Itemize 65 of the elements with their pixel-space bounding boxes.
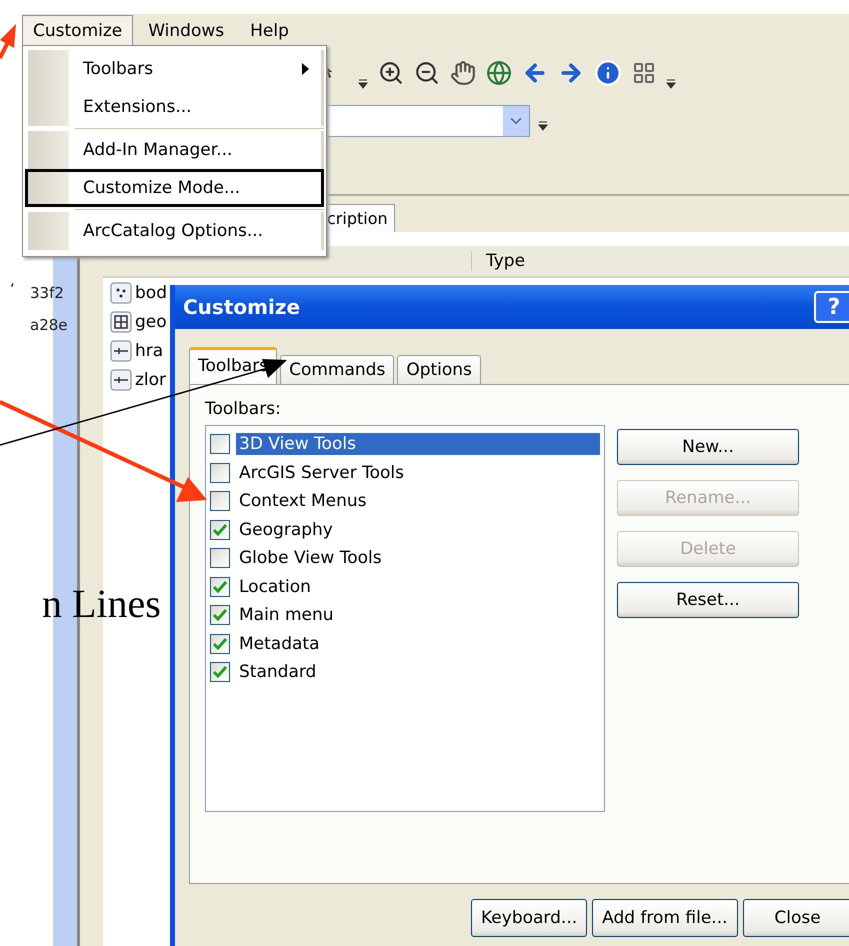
checkbox[interactable]: [210, 662, 230, 682]
menu-item[interactable]: Toolbars: [25, 50, 324, 88]
toolbar-item[interactable]: Context Menus: [236, 490, 370, 512]
checkbox[interactable]: [210, 548, 230, 568]
check-mark-icon: [213, 666, 227, 678]
check-mark-icon: [213, 524, 227, 536]
dialog-tab[interactable]: Options: [397, 355, 481, 384]
dialog-button[interactable]: New...: [617, 429, 799, 465]
checkbox[interactable]: [210, 520, 230, 540]
polygon-layer-icon: [110, 310, 132, 332]
checkbox[interactable]: [210, 576, 230, 597]
dialog-tab[interactable]: Commands: [280, 355, 394, 384]
item-name[interactable]: zlor: [135, 370, 166, 390]
toolbar-item[interactable]: 3D View Tools: [236, 433, 600, 456]
zoom-in-icon[interactable]: [378, 60, 404, 86]
toolbar-item[interactable]: Metadata: [236, 632, 323, 655]
check-mark-icon: [213, 638, 227, 650]
menu-item[interactable]: Extensions...: [25, 88, 324, 126]
pointer-arrow: [0, 24, 16, 59]
toolbar-item[interactable]: ArcGIS Server Tools: [236, 462, 408, 484]
grid-icon[interactable]: [632, 61, 656, 85]
item-name[interactable]: bod: [135, 282, 167, 302]
checkbox[interactable]: [210, 462, 230, 483]
dialog-button[interactable]: Add from file...: [592, 899, 738, 937]
toolbar-item[interactable]: Location: [236, 576, 314, 598]
hand-icon[interactable]: [450, 60, 476, 86]
slide-text: 33f2: [30, 284, 64, 302]
menu-bar-item[interactable]: Help: [239, 14, 300, 46]
help-button[interactable]: ?: [814, 291, 849, 323]
list-label: Toolbars:: [205, 399, 282, 419]
slide-text: n Lines: [42, 580, 161, 627]
menu-item[interactable]: ArcCatalog Options...: [25, 212, 324, 250]
location-field[interactable]: [325, 105, 530, 137]
toolbar-overflow-icon[interactable]: [358, 78, 368, 90]
globe-icon[interactable]: [486, 60, 512, 86]
item-name[interactable]: hra: [135, 340, 164, 360]
checkbox[interactable]: [210, 634, 230, 654]
toolbar-item[interactable]: Main menu: [236, 604, 337, 626]
slide-text: a28e: [30, 316, 68, 334]
point-layer-icon: [110, 282, 132, 304]
toolbar-item[interactable]: Globe View Tools: [236, 547, 385, 570]
line-layer-icon: [110, 340, 132, 362]
toolbar-overflow-icon[interactable]: [538, 120, 548, 132]
checkbox[interactable]: [210, 434, 230, 454]
dialog-button[interactable]: Close: [742, 899, 849, 937]
toolbar-item[interactable]: Standard: [236, 661, 320, 684]
menu-item[interactable]: Add-In Manager...: [25, 131, 324, 169]
check-mark-icon: [213, 580, 227, 593]
item-name[interactable]: geo: [135, 312, 167, 332]
line-layer-icon: [110, 368, 132, 390]
zoom-out-icon[interactable]: [414, 60, 440, 86]
info-icon[interactable]: [594, 59, 622, 87]
toolbar-overflow-icon[interactable]: [666, 78, 676, 90]
menu-bar-item[interactable]: Customize: [22, 14, 134, 46]
dialog-button[interactable]: Reset...: [617, 582, 799, 618]
menu-bar-item[interactable]: Windows: [137, 14, 236, 46]
column-header[interactable]: Type: [471, 251, 826, 271]
toolbar-item[interactable]: Geography: [236, 518, 336, 541]
checkbox[interactable]: [210, 605, 230, 626]
checkbox[interactable]: [210, 491, 230, 512]
check-mark-icon: [213, 609, 227, 622]
menu-item[interactable]: Customize Mode...: [25, 169, 324, 207]
slide-text: ‘: [10, 280, 15, 298]
dialog-title: Customize: [183, 295, 300, 319]
dialog-button[interactable]: Keyboard...: [471, 899, 588, 937]
